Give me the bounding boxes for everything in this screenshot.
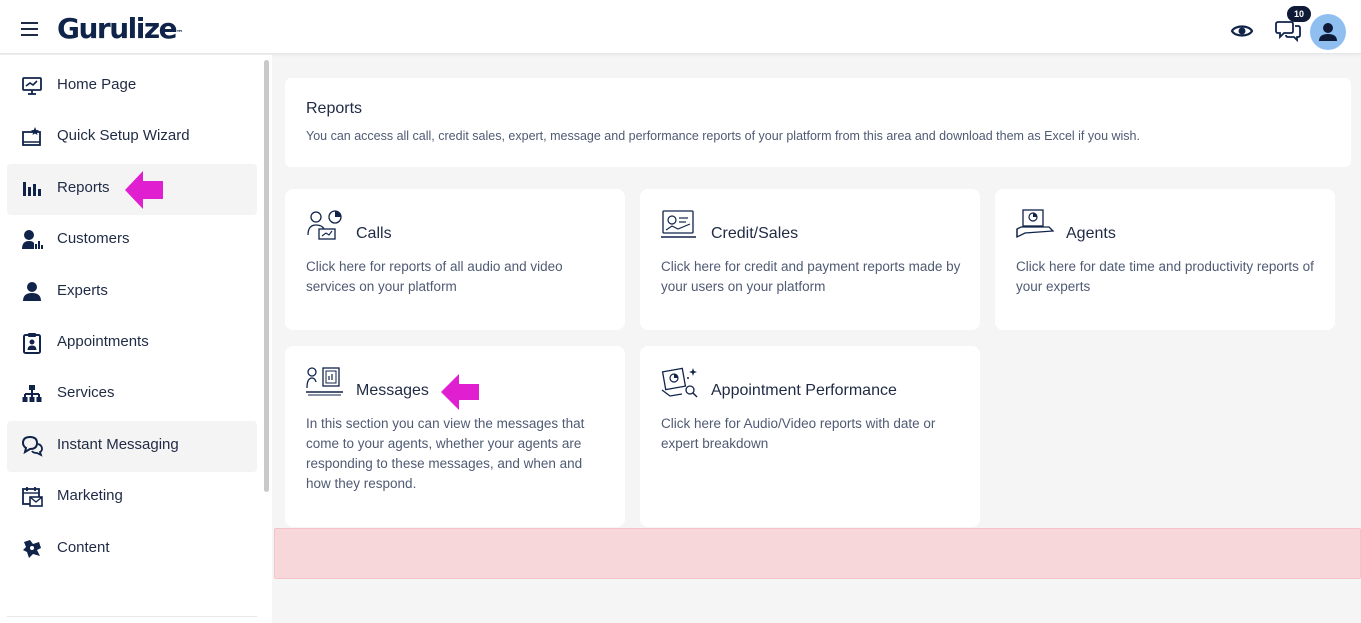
hierarchy-icon	[22, 385, 42, 402]
calendar-mail-icon	[22, 487, 43, 507]
sidebar-item-label: Services	[57, 384, 115, 401]
sidebar-item-appointments[interactable]: Appointments	[7, 318, 257, 369]
user-icon	[23, 282, 41, 301]
chat-bubbles-icon	[21, 435, 43, 457]
avatar[interactable]	[1310, 14, 1346, 50]
card-title: Messages	[356, 382, 429, 399]
highlight-arrow-icon	[441, 374, 479, 410]
sidebar-item-label: Appointments	[57, 333, 149, 350]
card-description: In this section you can view the message…	[306, 416, 585, 491]
sidebar-item-customers[interactable]: Customers	[7, 215, 257, 266]
card-description: Click here for date time and productivit…	[1016, 259, 1314, 294]
eye-icon[interactable]	[1230, 19, 1254, 43]
messages-report-icon	[306, 367, 343, 396]
sidebar-item-home-page[interactable]: Home Page	[7, 61, 257, 112]
menu-icon[interactable]	[21, 22, 38, 36]
sidebar-item-label: Home Page	[57, 76, 137, 93]
sidebar-item-experts[interactable]: Experts	[7, 267, 257, 318]
sidebar-item-marketing[interactable]: Marketing	[7, 472, 257, 523]
card-title: Calls	[356, 225, 392, 242]
sidebar-item-content[interactable]: Content	[7, 524, 257, 575]
sidebar-divider	[7, 616, 257, 617]
sidebar-item-label: Quick Setup Wizard	[57, 127, 190, 144]
calls-report-icon	[307, 210, 342, 240]
card-title: Appointment Performance	[711, 382, 897, 399]
agents-report-icon	[1016, 209, 1055, 239]
report-card-appointment-performance[interactable]: Appointment Performance Click here for A…	[640, 346, 980, 527]
highlight-arrow-icon	[125, 171, 163, 209]
logo-trademark: ™	[176, 29, 184, 37]
report-card-calls[interactable]: Calls Click here for reports of all audi…	[285, 189, 625, 330]
customers-icon	[22, 230, 43, 249]
puzzle-icon	[23, 540, 41, 558]
sidebar-item-label: Instant Messaging	[57, 436, 179, 453]
alert-banner	[274, 528, 1361, 579]
sidebar-item-instant-messaging[interactable]: Instant Messaging	[7, 421, 257, 472]
card-description: Click here for Audio/Video reports with …	[661, 416, 936, 451]
credit-sales-icon	[661, 210, 696, 238]
logo[interactable]: Gurulize™	[57, 12, 183, 46]
monitor-chart-icon	[22, 77, 42, 95]
card-description: Click here for reports of all audio and …	[306, 259, 563, 294]
sidebar-item-quick-setup-wizard[interactable]: Quick Setup Wizard	[7, 112, 257, 163]
card-title: Credit/Sales	[711, 225, 799, 242]
report-card-agents[interactable]: Agents Click here for date time and prod…	[995, 189, 1335, 330]
card-title: Agents	[1066, 225, 1116, 242]
reports-header-card: Reports You can access all call, credit …	[285, 78, 1351, 167]
card-description: Click here for credit and payment report…	[661, 259, 961, 294]
notification-badge: 10	[1287, 6, 1311, 22]
sidebar-item-label: Reports	[57, 179, 110, 196]
setup-wizard-icon	[22, 127, 41, 146]
appointment-performance-icon	[661, 367, 698, 398]
top-bar: Gurulize™ 10	[0, 0, 1361, 54]
sidebar-scrollbar[interactable]	[264, 60, 269, 492]
user-avatar-icon	[1319, 23, 1337, 41]
sidebar-item-label: Content	[57, 539, 110, 556]
sidebar-item-label: Marketing	[57, 487, 123, 504]
page-description: You can access all call, credit sales, e…	[306, 129, 1140, 143]
report-card-credit-sales[interactable]: Credit/Sales Click here for credit and p…	[640, 189, 980, 330]
sidebar-item-services[interactable]: Services	[7, 369, 257, 420]
sidebar-item-label: Experts	[57, 282, 108, 299]
sidebar-item-label: Customers	[57, 230, 130, 247]
clipboard-user-icon	[23, 333, 41, 354]
bar-chart-icon	[23, 182, 41, 196]
logo-text: Gurulize	[57, 12, 178, 45]
page-title: Reports	[306, 100, 363, 117]
